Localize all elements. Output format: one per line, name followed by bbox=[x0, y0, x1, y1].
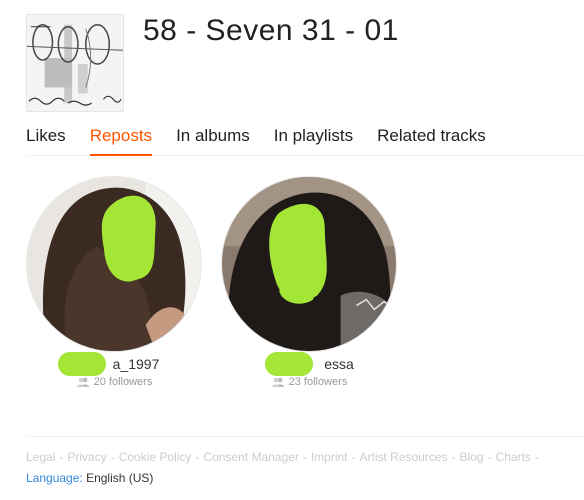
user-card: essa 23 followers bbox=[221, 176, 397, 388]
user-avatar-icon bbox=[222, 177, 396, 351]
username[interactable]: essa bbox=[324, 356, 354, 372]
track-page: 58 - Seven 31 - 01 Likes Reposts In albu… bbox=[0, 0, 584, 500]
username-row: essa bbox=[221, 352, 397, 376]
footer-links: Legal - Privacy - Cookie Policy - Consent Mana… bbox=[26, 450, 584, 464]
track-artwork[interactable] bbox=[26, 14, 124, 112]
tab-reposts[interactable]: Reposts bbox=[89, 126, 153, 156]
footer-separator: - bbox=[351, 450, 356, 464]
footer-separator: - bbox=[195, 450, 200, 464]
footer-link-cookie-policy[interactable]: Cookie Policy bbox=[119, 450, 192, 464]
user-avatar[interactable] bbox=[221, 176, 397, 352]
footer-link-artist-resources[interactable]: Artist Resources bbox=[360, 450, 448, 464]
footer-link-privacy[interactable]: Privacy bbox=[67, 450, 106, 464]
footer-separator: - bbox=[59, 450, 64, 464]
footer-link-consent-manager[interactable]: Consent Manager bbox=[203, 450, 298, 464]
username[interactable]: a_1997 bbox=[113, 356, 160, 372]
followers-label: 20 followers bbox=[93, 376, 153, 388]
footer-link-charts[interactable]: Charts bbox=[496, 450, 531, 464]
footer-separator: - bbox=[110, 450, 115, 464]
footer-separator: - bbox=[302, 450, 307, 464]
user-avatar[interactable] bbox=[26, 176, 202, 352]
footer-link-imprint[interactable]: Imprint bbox=[311, 450, 348, 464]
footer-separator: - bbox=[487, 450, 492, 464]
track-title: 58 - Seven 31 - 01 bbox=[143, 14, 399, 47]
tab-in-playlists[interactable]: In playlists bbox=[274, 126, 353, 156]
followers-icon bbox=[76, 377, 89, 387]
footer-separator: - bbox=[534, 450, 539, 464]
username-row: a_1997 bbox=[26, 352, 202, 376]
track-tabs: Likes Reposts In albums In playlists Rel… bbox=[26, 126, 584, 156]
user-card: a_1997 20 followers bbox=[26, 176, 202, 388]
tab-likes[interactable]: Likes bbox=[26, 126, 66, 156]
language-selector[interactable]: Language: English (US) bbox=[26, 471, 584, 485]
user-avatar-icon bbox=[27, 177, 201, 351]
footer-link-legal[interactable]: Legal bbox=[26, 450, 55, 464]
redaction-mark bbox=[58, 352, 106, 376]
footer-link-blog[interactable]: Blog bbox=[460, 450, 484, 464]
tab-related-tracks[interactable]: Related tracks bbox=[377, 126, 486, 156]
language-value: English (US) bbox=[86, 471, 154, 485]
sketch-artwork-icon bbox=[27, 15, 123, 111]
followers-icon bbox=[271, 377, 284, 387]
followers-count[interactable]: 20 followers bbox=[26, 376, 202, 388]
language-label: Language: bbox=[26, 471, 83, 485]
tab-in-albums[interactable]: In albums bbox=[176, 126, 250, 156]
followers-count[interactable]: 23 followers bbox=[221, 376, 397, 388]
redaction-mark bbox=[265, 352, 313, 376]
footer: Legal - Privacy - Cookie Policy - Consent Mana… bbox=[26, 436, 584, 485]
footer-separator: - bbox=[451, 450, 456, 464]
followers-label: 23 followers bbox=[288, 376, 348, 388]
